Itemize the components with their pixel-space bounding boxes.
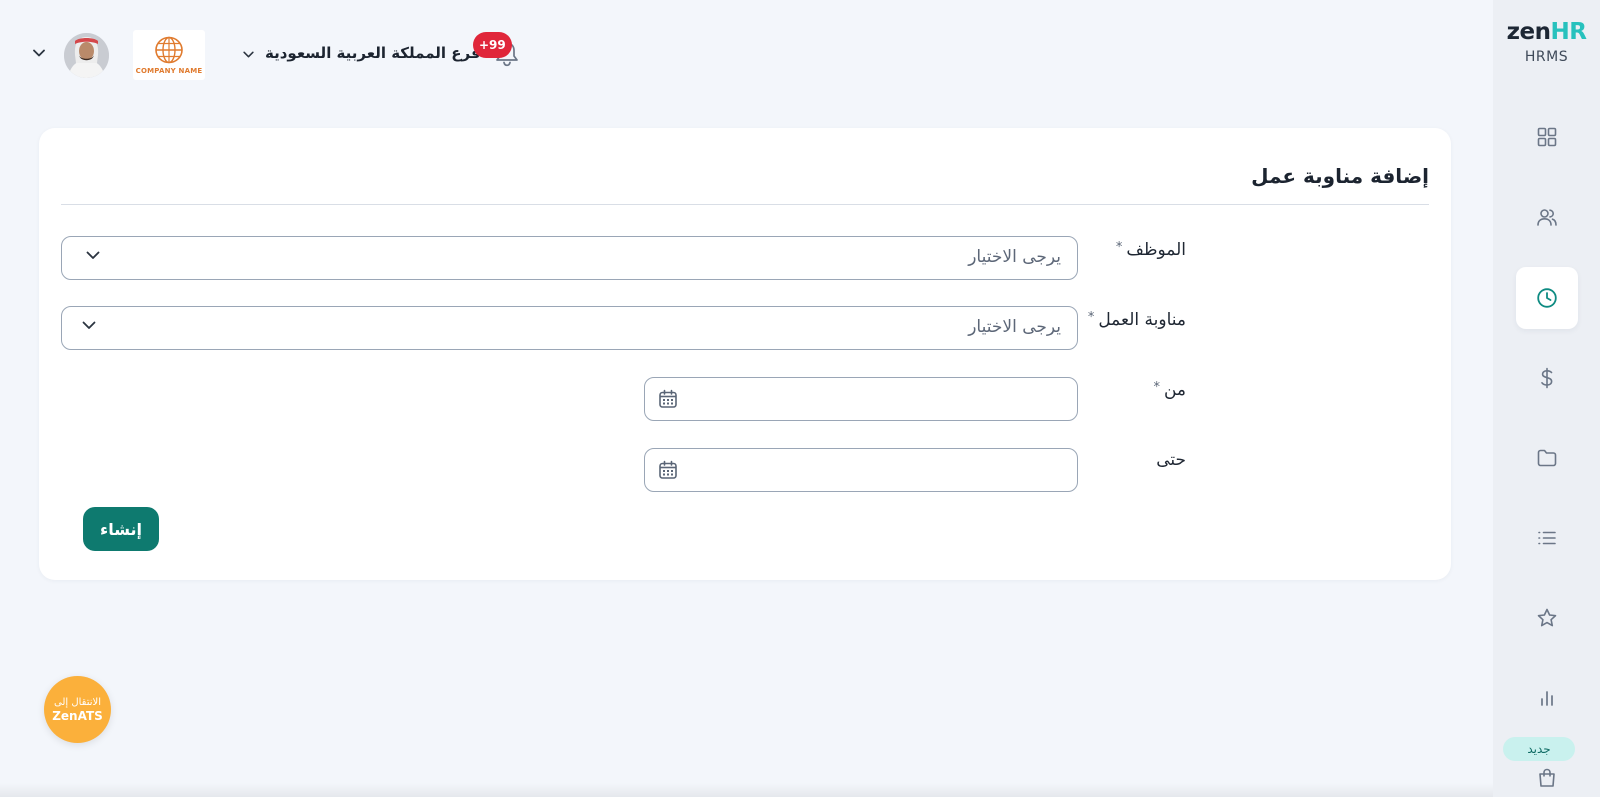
grid-icon bbox=[1537, 127, 1557, 147]
star-icon bbox=[1537, 608, 1557, 627]
create-button[interactable]: إنشاء bbox=[83, 507, 159, 551]
bottom-shadow bbox=[0, 783, 1493, 797]
title-divider bbox=[61, 204, 1429, 205]
to-label-text: حتى bbox=[1156, 450, 1186, 470]
sidebar-item-payroll[interactable] bbox=[1516, 347, 1578, 409]
zenats-line1: الانتقال إلى bbox=[54, 696, 101, 708]
shift-select[interactable]: يرجى الاختيار bbox=[61, 306, 1078, 350]
zenats-shortcut-button[interactable]: الانتقال إلى ZenATS bbox=[44, 676, 111, 743]
add-shift-card: إضافة مناوبة عمل الموظف* يرجى الاختيار م… bbox=[39, 128, 1451, 580]
to-date-input[interactable] bbox=[644, 448, 1078, 492]
brand-product: HRMS bbox=[1524, 49, 1569, 65]
required-mark: * bbox=[1087, 310, 1095, 325]
brand-name-part1: zen bbox=[1506, 19, 1551, 45]
sidebar-item-recruitment[interactable] bbox=[1516, 747, 1578, 797]
page-title: إضافة مناوبة عمل bbox=[1251, 164, 1429, 188]
avatar[interactable] bbox=[64, 33, 109, 78]
brand-name-part2: HR bbox=[1550, 19, 1587, 45]
folder-icon bbox=[1537, 449, 1557, 467]
brand-wordmark: zenHR bbox=[1493, 18, 1600, 46]
clock-icon bbox=[1537, 288, 1557, 308]
sidebar-item-dashboard[interactable] bbox=[1516, 106, 1578, 168]
from-label: من* bbox=[1153, 380, 1186, 400]
list-icon bbox=[1538, 531, 1556, 545]
zenats-line2: ZenATS bbox=[52, 708, 103, 723]
chevron-down-icon bbox=[82, 321, 96, 329]
top-bar: COMPANY NAME فرع المملكة العربية السعودي… bbox=[0, 0, 1493, 110]
sidebar-item-documents[interactable] bbox=[1516, 427, 1578, 489]
sidebar-item-requests[interactable] bbox=[1516, 507, 1578, 569]
shift-select-placeholder: يرجى الاختيار bbox=[968, 317, 1061, 337]
employee-label: الموظف* bbox=[1116, 240, 1186, 260]
from-date-input[interactable] bbox=[644, 377, 1078, 421]
sidebar: zenHR HRMS جديد bbox=[1493, 0, 1600, 797]
employee-select-placeholder: يرجى الاختيار bbox=[968, 247, 1061, 267]
required-mark: * bbox=[1115, 240, 1123, 255]
company-name: COMPANY NAME bbox=[135, 67, 203, 75]
shift-label: مناوبة العمل* bbox=[1088, 310, 1186, 330]
to-label: حتى bbox=[1156, 450, 1186, 470]
chevron-down-icon bbox=[86, 251, 100, 259]
user-menu-chevron-icon[interactable] bbox=[33, 49, 45, 57]
sidebar-item-performance[interactable] bbox=[1516, 587, 1578, 649]
employee-label-text: الموظف bbox=[1126, 240, 1186, 260]
branch-chevron-icon[interactable] bbox=[243, 51, 254, 58]
employee-select[interactable]: يرجى الاختيار bbox=[61, 236, 1078, 280]
sidebar-item-attendance[interactable] bbox=[1516, 267, 1578, 329]
bag-icon bbox=[1539, 768, 1555, 787]
required-mark: * bbox=[1153, 380, 1160, 395]
calendar-icon[interactable] bbox=[658, 389, 678, 409]
sidebar-item-employees[interactable] bbox=[1516, 186, 1578, 248]
calendar-icon[interactable] bbox=[658, 460, 678, 480]
users-icon bbox=[1537, 209, 1557, 226]
branch-selector[interactable]: فرع المملكة العربية السعودية bbox=[265, 44, 481, 62]
bar-chart-icon bbox=[1541, 691, 1553, 706]
from-label-text: من bbox=[1163, 380, 1186, 400]
company-logo: COMPANY NAME bbox=[133, 30, 205, 80]
notification-count-badge[interactable]: +99 bbox=[473, 32, 512, 58]
shift-label-text: مناوبة العمل bbox=[1098, 310, 1186, 330]
brand-logo[interactable]: zenHR HRMS bbox=[1493, 18, 1600, 65]
sidebar-item-reports[interactable] bbox=[1516, 667, 1578, 729]
globe-icon bbox=[155, 36, 183, 64]
dollar-icon bbox=[1541, 367, 1553, 389]
